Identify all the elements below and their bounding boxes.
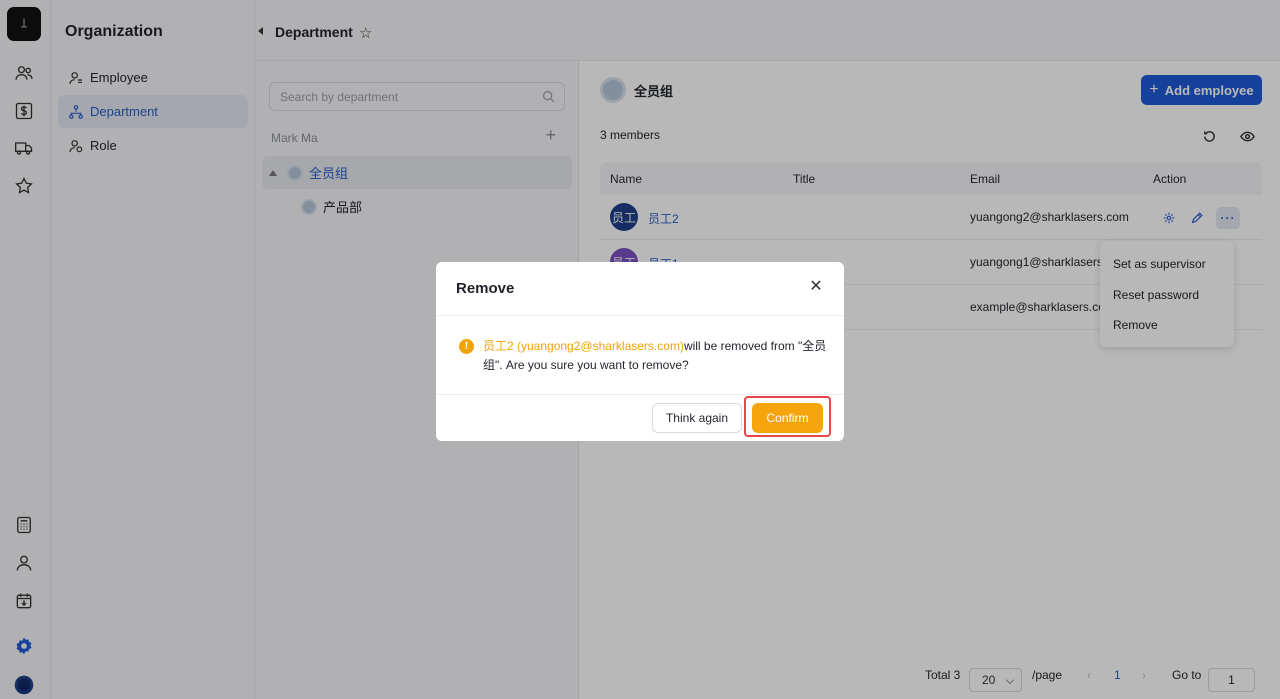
think-again-button[interactable]: Think again <box>652 403 742 433</box>
remove-confirm-dialog: Remove ✕ ! 员工2 (yuangong2@sharklasers.co… <box>436 262 844 441</box>
dialog-message: 员工2 (yuangong2@sharklasers.com)will be r… <box>483 337 828 375</box>
warning-icon: ! <box>459 339 474 354</box>
divider <box>436 394 844 395</box>
confirm-button[interactable]: Confirm <box>752 403 823 433</box>
close-icon[interactable]: ✕ <box>808 279 824 295</box>
dialog-message-highlight: 员工2 (yuangong2@sharklasers.com) <box>483 339 684 353</box>
dialog-title: Remove <box>456 280 515 297</box>
divider <box>436 315 844 316</box>
